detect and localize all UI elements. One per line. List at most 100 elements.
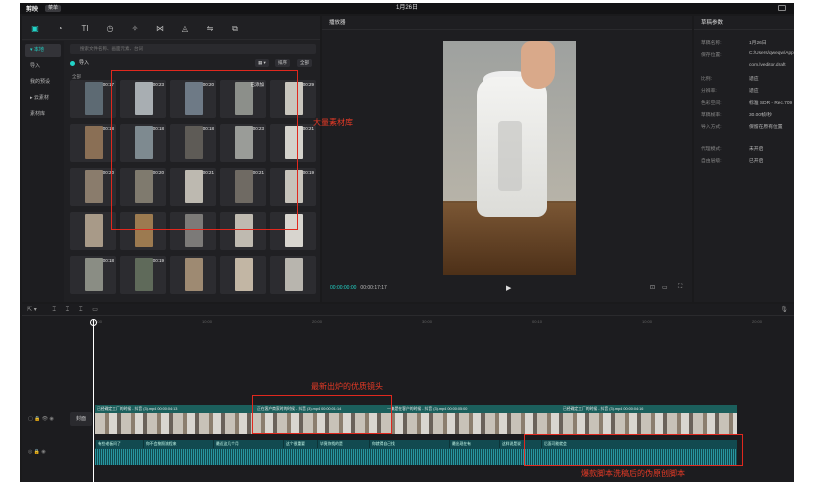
tool-filter[interactable]: ◬滤镜 bbox=[24, 16, 794, 482]
library-highlight-box bbox=[111, 70, 298, 230]
media-thumbnail[interactable]: 00:17 bbox=[70, 80, 116, 118]
sidebar-item[interactable]: 我的预设 bbox=[25, 76, 61, 89]
property-key: 色彩空间: bbox=[701, 101, 722, 106]
template-icon: ⧉ bbox=[232, 23, 238, 33]
properties-title: 草稿参数 bbox=[694, 16, 794, 30]
media-thumbnail[interactable]: 00:19 bbox=[120, 256, 166, 294]
media-thumbnail[interactable]: 00:18 bbox=[70, 124, 116, 162]
tool-effects[interactable]: ✧特效 bbox=[24, 16, 794, 482]
video-clip-label[interactable]: 一集是在客户的时候 - 抖音 (3).mp4 00:00:05:00 bbox=[385, 405, 561, 413]
video-clip-label[interactable]: 已经确定工厂的时候 - 抖音 (3).mp4 00:00:04:16 bbox=[561, 405, 737, 413]
search-input[interactable]: 搜索文件名称、画面元素、台词 bbox=[70, 44, 316, 54]
sort-button[interactable]: 排序 bbox=[275, 59, 290, 67]
adjust-icon: ⇋ bbox=[206, 23, 214, 33]
property-key: 自由层级: bbox=[701, 159, 722, 164]
audio-icon: ◔ bbox=[57, 23, 63, 33]
video-clip-label[interactable]: 已经确定工厂的时候 - 抖音 (3).mp4 00:00:04:13 bbox=[95, 405, 255, 413]
tool-transition[interactable]: ⋈转场 bbox=[24, 16, 794, 482]
menu-button[interactable]: 菜单 bbox=[45, 5, 62, 12]
filter-icon: ◬ bbox=[181, 23, 189, 33]
thumbnail-image bbox=[85, 258, 103, 291]
audio-clip-label[interactable]: 有些老板问了 bbox=[95, 440, 143, 448]
media-thumbnail[interactable] bbox=[270, 256, 316, 294]
property-row: 草稿帧率: 30.00帧/秒 bbox=[701, 111, 794, 118]
media-thumbnail[interactable] bbox=[70, 212, 116, 250]
property-value: 已开启 bbox=[749, 159, 764, 164]
tool-audio[interactable]: ◔音频 bbox=[24, 16, 794, 482]
audio-clip-label[interactable]: 毕竟你找的是 bbox=[317, 440, 369, 448]
audio-clip-label[interactable]: 你不会按照流程来 bbox=[143, 440, 213, 448]
select-tool-icon[interactable]: ⇱ ▾ bbox=[27, 307, 37, 313]
split-left-icon[interactable]: ⌶ bbox=[66, 307, 70, 313]
media-thumbnail[interactable] bbox=[220, 256, 266, 294]
crop-icon[interactable]: ⊡ bbox=[650, 284, 655, 291]
split-right-icon[interactable]: ⌶ bbox=[79, 307, 83, 313]
audio-clip-label[interactable]: 这个很重要 bbox=[283, 440, 317, 448]
media-thumbnail[interactable]: 00:20 bbox=[70, 168, 116, 206]
video-frames bbox=[95, 413, 737, 434]
sidebar-item[interactable]: ▸ 云素材 bbox=[25, 92, 61, 105]
property-value: 1月26日 bbox=[749, 41, 767, 46]
video-track-controls[interactable]: ▢ 🔒 👁 ◉ bbox=[28, 416, 54, 422]
property-key: 比例: bbox=[701, 77, 712, 82]
media-icon: ▣ bbox=[31, 23, 39, 33]
view-toggle-icon[interactable]: ▦ ▾ bbox=[255, 59, 269, 67]
text-icon: TI bbox=[81, 23, 89, 33]
video-preview bbox=[443, 41, 576, 275]
ruler-tick: 10:00 bbox=[642, 319, 653, 324]
thumbnail-duration: 00:19 bbox=[302, 170, 314, 175]
tool-adjust[interactable]: ⇋调节 bbox=[24, 16, 794, 482]
property-value: 适应 bbox=[749, 77, 759, 82]
thumbnail-duration: 00:18 bbox=[102, 258, 114, 263]
player-panel: 播放器 00:00:00:00 00:00:17:17 ▶ ⊡ ▭ ⛶ bbox=[322, 16, 692, 302]
tool-sticker[interactable]: ◷贴纸 bbox=[24, 16, 794, 482]
timeline-toolbar: ⇱ ▾ ⌶ ⌶ ⌶ ▭ 🎙 bbox=[22, 304, 794, 316]
video-track[interactable]: 已经确定工厂的时候 - 抖音 (3).mp4 00:00:04:13 正在客户商家… bbox=[95, 405, 737, 434]
media-sidebar: ▾ 本地导入我的预设 ▸ 云素材素材库 bbox=[22, 41, 64, 302]
ratio-icon[interactable]: ▭ bbox=[662, 284, 668, 291]
sidebar-item[interactable]: ▾ 本地 bbox=[25, 44, 61, 57]
mic-icon[interactable]: 🎙 bbox=[780, 304, 788, 316]
media-thumbnail[interactable] bbox=[170, 256, 216, 294]
tool-template[interactable]: ⧉模板 bbox=[24, 16, 794, 482]
property-key: 代理模式: bbox=[701, 147, 722, 152]
audio-clip-label[interactable]: 你就得自己找 bbox=[369, 440, 449, 448]
property-key: 分辨率: bbox=[701, 89, 717, 94]
media-thumbnail[interactable]: 00:18 bbox=[70, 256, 116, 294]
property-value: 保留在原有位置 bbox=[749, 125, 783, 130]
current-time: 00:00:00:00 bbox=[330, 285, 357, 291]
filter-button[interactable]: 全部 bbox=[297, 59, 312, 67]
ruler-tick: 10:00 bbox=[202, 319, 213, 324]
thumbnail-duration: 00:19 bbox=[152, 258, 164, 263]
split-icon[interactable]: ⌶ bbox=[52, 307, 56, 313]
sticker-icon: ◷ bbox=[106, 23, 114, 33]
title-bar: 剪映 菜单 1月26日 bbox=[20, 3, 794, 14]
import-label: 导入 bbox=[79, 60, 90, 66]
playhead[interactable] bbox=[93, 320, 94, 482]
audio-clip-label[interactable]: 最出现在有 bbox=[449, 440, 499, 448]
audio-track-controls[interactable]: ◎ 🔒 ◉ bbox=[28, 449, 46, 455]
property-key: 保存位置: bbox=[701, 53, 722, 58]
property-row: 比例: 适应 bbox=[701, 75, 794, 82]
property-row: 色彩空间: 标准 SDR - Rec.709 bbox=[701, 99, 794, 106]
preview-hand bbox=[521, 41, 555, 89]
cover-button[interactable]: 封面 bbox=[70, 412, 92, 426]
audio-clip-label[interactable]: 最近这几个月 bbox=[213, 440, 283, 448]
thumbnail-image bbox=[185, 258, 203, 291]
delete-icon[interactable]: ▭ bbox=[92, 307, 98, 313]
sidebar-item[interactable]: 素材库 bbox=[25, 108, 61, 121]
sidebar-item[interactable]: 导入 bbox=[25, 60, 61, 73]
fullscreen-icon[interactable]: ⛶ bbox=[678, 284, 682, 291]
property-row: 导入方式: 保留在原有位置 bbox=[701, 123, 794, 130]
properties-panel: 草稿参数 草稿名称: 1月26日保存位置: C:/Users/qweqw/AppDa… bbox=[694, 16, 794, 302]
property-value: 30.00帧/秒 bbox=[749, 113, 772, 118]
ruler-tick: 20:00 bbox=[312, 319, 323, 324]
time-readout: 00:00:00:00 00:00:17:17 bbox=[330, 285, 387, 291]
tool-media[interactable]: ▣媒体 bbox=[23, 16, 794, 482]
import-button[interactable]: 导入 bbox=[70, 58, 89, 68]
property-value: 标准 SDR - Rec.709 bbox=[749, 101, 793, 106]
tool-text[interactable]: TI文本 bbox=[24, 16, 794, 482]
player-title: 播放器 bbox=[322, 16, 692, 30]
play-icon[interactable]: ▶ bbox=[506, 284, 511, 292]
window-icon[interactable] bbox=[778, 5, 786, 11]
